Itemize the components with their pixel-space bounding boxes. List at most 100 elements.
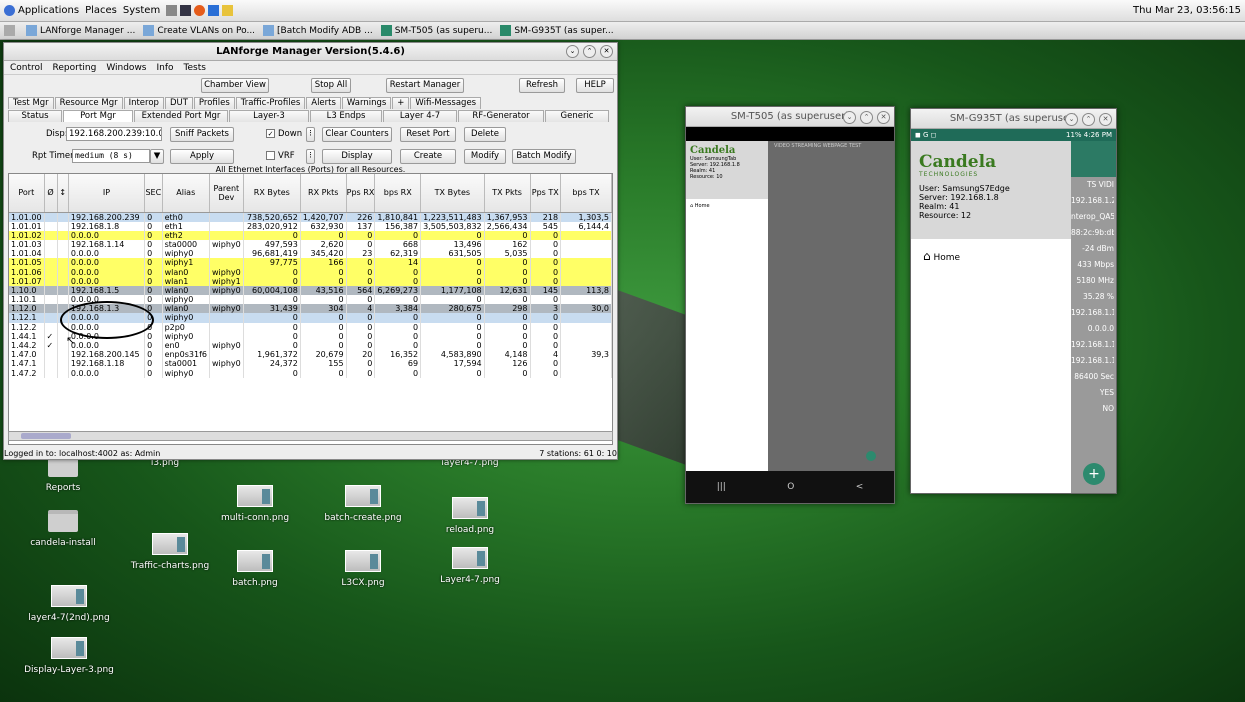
task-batch-modify[interactable]: [Batch Modify ADB ... [263, 25, 373, 36]
scrollbar-thumb[interactable] [21, 433, 71, 439]
desktop-icon-candela-install[interactable]: candela-install [8, 510, 118, 548]
table-row[interactable]: 1.01.07 0.0.0.0 0 wlan1 wiphy1 0 0 0 0 0 0 0 [9, 276, 612, 286]
terminal-icon[interactable] [166, 5, 178, 16]
table-row[interactable]: 1.01.01 192.168.1.8 0 eth1 283,020,912 632,93… [9, 221, 612, 231]
desktop-icon-layer47-b[interactable]: Layer4-7.png [415, 547, 525, 585]
tab-layer47[interactable]: Layer 4-7 [383, 110, 457, 122]
close-icon[interactable]: ✕ [600, 45, 613, 58]
phone1-home-item[interactable]: ⌂ Home [686, 199, 768, 213]
tab-layer3[interactable]: Layer-3 [229, 110, 309, 122]
tab-resource-mgr[interactable]: Resource Mgr [54, 97, 123, 109]
column-header[interactable]: Pps RX [346, 174, 376, 213]
sniff-packets-button[interactable]: Sniff Packets [170, 127, 234, 142]
tab-profiles[interactable]: Profiles [193, 97, 235, 109]
table-row[interactable]: 1.01.05 0.0.0.0 0 wiphy1 97,775 166 0 14 0 0 0 [9, 258, 612, 268]
maximize-icon[interactable]: ⌃ [583, 45, 596, 58]
menu-places[interactable]: Places [85, 5, 117, 16]
column-header[interactable]: IP [68, 174, 146, 213]
notes-icon[interactable] [222, 5, 234, 16]
table-row[interactable]: 1.47.0 192.168.200.145 0 enp0s31f6 1,961,372… [9, 350, 612, 360]
vrf-checkbox[interactable]: VRF [266, 151, 295, 161]
table-row[interactable]: 1.01.03 192.168.1.14 0 sta0000 wiphy0 497,593… [9, 239, 612, 250]
tab-test-mgr[interactable]: Test Mgr [8, 97, 54, 109]
minimize-icon[interactable]: ⌄ [843, 111, 856, 124]
column-header[interactable]: RX Bytes [243, 174, 301, 213]
firefox-icon[interactable] [194, 5, 206, 16]
down-checkbox[interactable]: ✓ Down [266, 129, 302, 139]
refresh-button[interactable]: Refresh [519, 78, 565, 93]
desktop-icon-l3cx[interactable]: L3CX.png [308, 550, 418, 588]
monitor-icon[interactable] [180, 5, 192, 16]
column-header[interactable]: Ø [44, 174, 58, 213]
tab-interop[interactable]: Interop [123, 97, 164, 109]
table-row[interactable]: 1.01.02 0.0.0.0 0 eth2 0 0 0 0 0 0 0 [9, 230, 612, 240]
tab-warnings[interactable]: Warnings [341, 97, 392, 109]
table-row[interactable]: 1.01.04 0.0.0.0 0 wiphy0 96,681,419 345,420 23… [9, 249, 612, 259]
home-button[interactable]: O [787, 482, 794, 492]
tab-status[interactable]: Status [8, 110, 62, 122]
minimize-icon[interactable]: ⌄ [1065, 113, 1078, 126]
display-button[interactable]: Display [322, 149, 392, 164]
column-header[interactable]: Port [9, 174, 45, 213]
table-row[interactable]: 1.10.0 192.168.1.5 0 wlan0 wiphy0 60,004,108 4… [9, 285, 612, 295]
menu-applications[interactable]: Applications [18, 5, 79, 16]
menu-control[interactable]: Control [10, 63, 43, 73]
menu-info[interactable]: Info [157, 63, 174, 73]
menu-system[interactable]: System [123, 5, 160, 16]
table-row[interactable]: 1.44.2 ✓ 0.0.0.0 0 en0 wiphy0 0 0 0 0 0 0 0 [9, 340, 612, 351]
create-button[interactable]: Create [400, 149, 456, 164]
vrf-spinner[interactable]: ⁝ [306, 149, 315, 164]
clear-counters-button[interactable]: Clear Counters [322, 127, 392, 142]
stop-all-button[interactable]: Stop All [311, 78, 351, 93]
table-row[interactable]: 1.01.06 0.0.0.0 0 wlan0 wiphy0 0 0 0 0 0 0 0 [9, 267, 612, 277]
desktop-icon-reload[interactable]: reload.png [415, 497, 525, 535]
modify-button[interactable]: Modify [464, 149, 506, 164]
tab-wifi-messages[interactable]: Wifi-Messages [410, 97, 482, 109]
close-icon[interactable]: ✕ [877, 111, 890, 124]
close-icon[interactable]: ✕ [1099, 113, 1112, 126]
horizontal-scrollbar[interactable] [8, 431, 613, 441]
column-header[interactable]: bps TX [560, 174, 612, 213]
desktop-icon-multi-conn[interactable]: multi-conn.png [200, 485, 310, 523]
column-header[interactable]: Pps TX [530, 174, 562, 213]
table-row[interactable]: 1.47.1 192.168.1.18 0 sta0001 wiphy0 24,372 15… [9, 359, 612, 369]
desktop-icon-layer47-2nd[interactable]: layer4-7(2nd).png [14, 585, 124, 623]
tab-port-mgr[interactable]: Port Mgr [63, 110, 133, 122]
phone2-home-item[interactable]: ⌂ Home [911, 239, 1071, 273]
maximize-icon[interactable]: ⌃ [860, 111, 873, 124]
fab-add-button[interactable] [866, 451, 876, 461]
tab-l3-endps[interactable]: L3 Endps [310, 110, 382, 122]
desktop-icon-display-layer3[interactable]: Display-Layer-3.png [14, 637, 124, 675]
phone1-tabs[interactable]: VIDEO STREAMING WEBPAGE TEST [768, 141, 894, 151]
disp-field[interactable]: 192.168.200.239:10.0 [66, 127, 162, 141]
tab-rf-generator[interactable]: RF-Generator [458, 110, 544, 122]
task-sm-g935t[interactable]: SM-G935T (as super... [500, 25, 614, 36]
desktop-icon-batch[interactable]: batch.png [200, 550, 310, 588]
tab-traffic-profiles[interactable]: Traffic-Profiles [235, 97, 306, 109]
back-button[interactable]: < [856, 482, 864, 492]
tab-dut[interactable]: DUT [164, 97, 193, 109]
foot-icon[interactable] [4, 5, 15, 16]
recents-button[interactable]: ||| [717, 482, 726, 492]
menu-tests[interactable]: Tests [184, 63, 206, 73]
batch-modify-button[interactable]: Batch Modify [512, 149, 576, 164]
column-header[interactable]: Alias [162, 174, 210, 213]
tab-generic[interactable]: Generic [545, 110, 609, 122]
maximize-icon[interactable]: ⌃ [1082, 113, 1095, 126]
task-sm-t505[interactable]: SM-T505 (as superu... [380, 25, 492, 36]
menu-windows[interactable]: Windows [106, 63, 146, 73]
table-row[interactable]: 1.47.2 0.0.0.0 0 wiphy0 0 0 0 0 0 0 0 [9, 368, 612, 378]
column-header[interactable]: ↕ [57, 174, 69, 213]
phone2-titlebar[interactable]: SM-G935T (as superuser) ⌄ ⌃ ✕ [911, 109, 1116, 129]
show-desktop-icon[interactable] [4, 25, 15, 36]
apply-button[interactable]: Apply [170, 149, 234, 164]
rpt-timer-select[interactable]: medium (8 s) [72, 149, 150, 163]
task-vlans[interactable]: Create VLANs on Po... [143, 25, 255, 36]
menu-reporting[interactable]: Reporting [53, 63, 97, 73]
column-header[interactable]: TX Bytes [420, 174, 485, 213]
editor-icon[interactable] [208, 5, 220, 16]
phone1-titlebar[interactable]: SM-T505 (as superuser) ⌄ ⌃ ✕ [686, 107, 894, 127]
minimize-icon[interactable]: ⌄ [566, 45, 579, 58]
help-button[interactable]: HELP [576, 78, 614, 93]
restart-manager-button[interactable]: Restart Manager [386, 78, 464, 93]
